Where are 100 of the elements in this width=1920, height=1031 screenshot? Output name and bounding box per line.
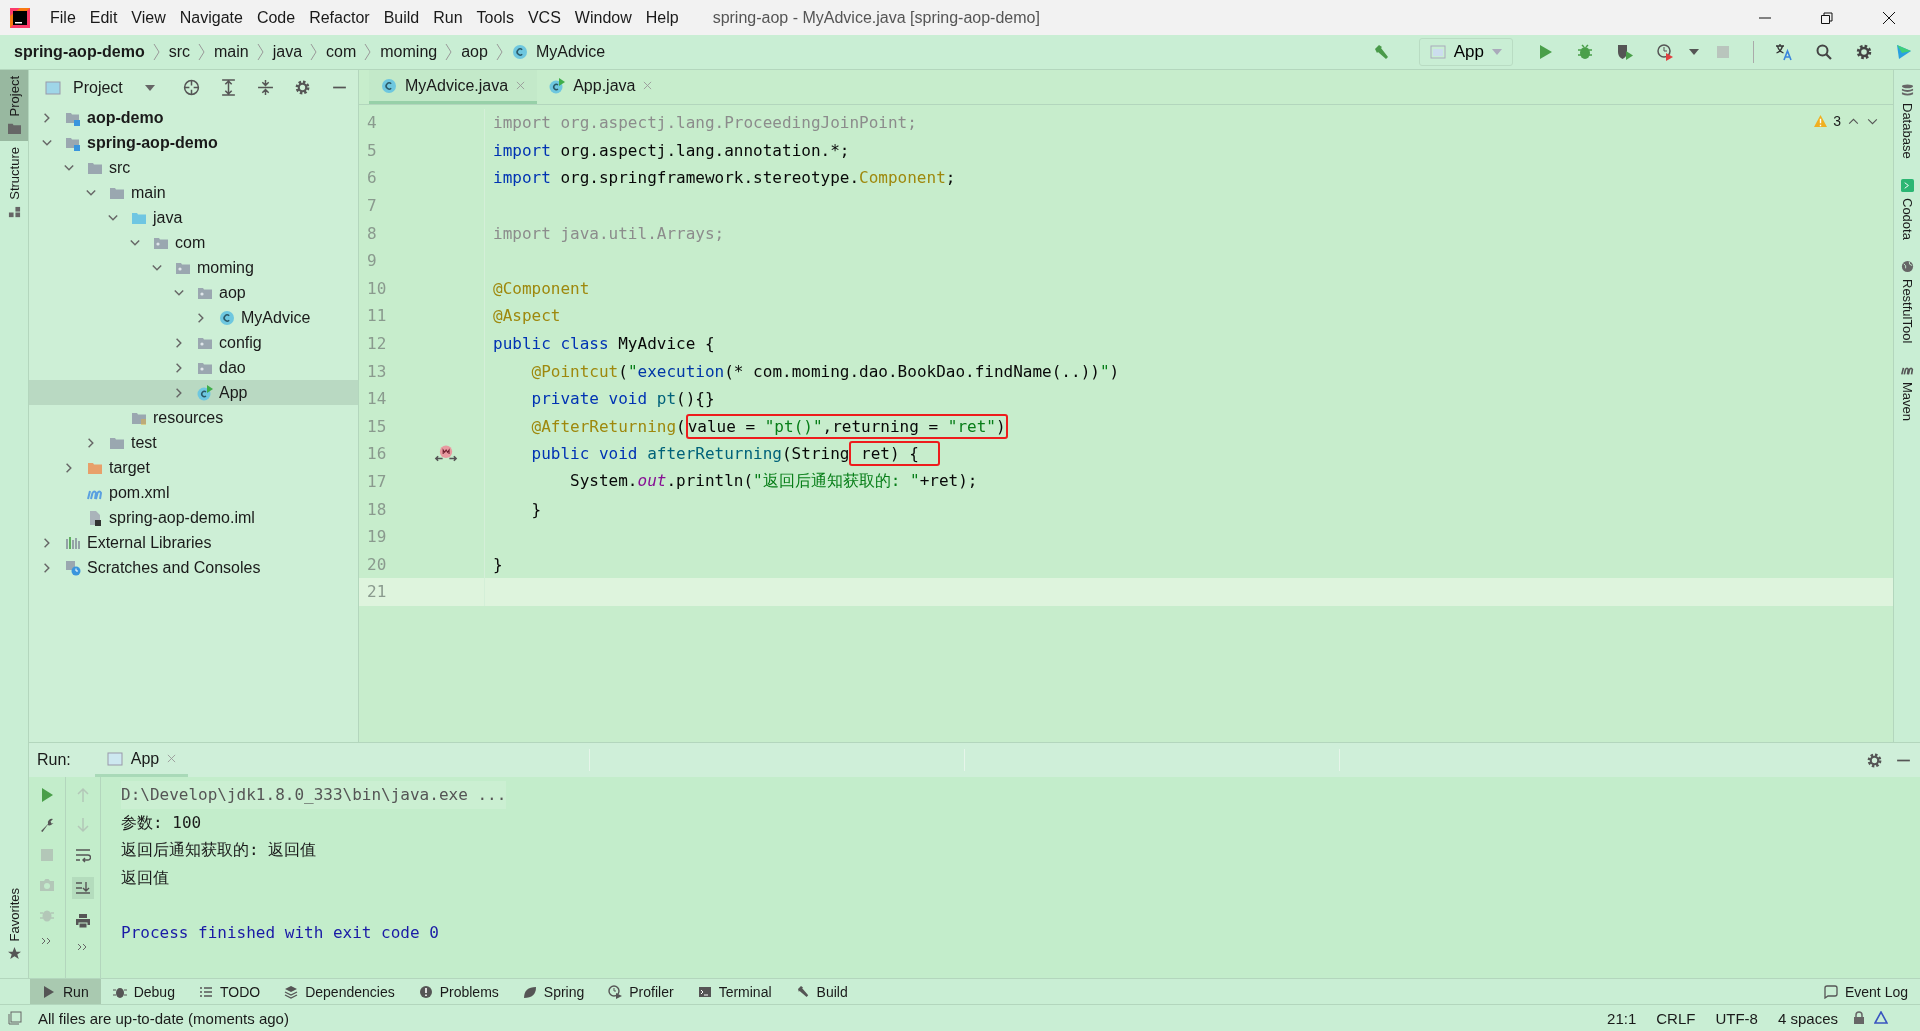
tool-window-button[interactable]: Event Log bbox=[1811, 979, 1920, 1004]
breadcrumb[interactable]: java bbox=[272, 43, 303, 61]
menu-item[interactable]: Help bbox=[639, 8, 687, 27]
tool-window-button[interactable]: Problems bbox=[406, 979, 511, 1004]
settings-icon[interactable] bbox=[294, 79, 311, 96]
tool-window-button[interactable]: Spring bbox=[510, 979, 597, 1004]
tool-window-button[interactable]: Run bbox=[30, 979, 101, 1004]
side-tab[interactable]: Project bbox=[0, 70, 28, 142]
caret-position[interactable]: 21:1 bbox=[1601, 1009, 1643, 1027]
square-icon[interactable] bbox=[8, 1011, 22, 1025]
tree-item[interactable]: java bbox=[29, 205, 358, 230]
side-tab[interactable]: Codota bbox=[1899, 178, 1915, 240]
advice-marker-icon[interactable] bbox=[433, 444, 458, 463]
line-separator[interactable]: CRLF bbox=[1650, 1009, 1702, 1027]
side-tab[interactable]: Maven bbox=[1899, 362, 1915, 421]
bug-icon[interactable] bbox=[1576, 43, 1594, 61]
crosshair-icon[interactable] bbox=[183, 79, 200, 96]
restore-icon[interactable] bbox=[1820, 10, 1834, 25]
lock-icon[interactable] bbox=[1852, 1011, 1866, 1025]
tool-window-button[interactable]: Build bbox=[783, 979, 860, 1004]
run-config-dropdown[interactable]: App bbox=[1418, 38, 1513, 66]
tree-item[interactable]: aop bbox=[29, 280, 358, 305]
tool-window-button[interactable]: Debug bbox=[100, 979, 187, 1004]
breadcrumb[interactable]: com bbox=[326, 43, 357, 61]
tree-item[interactable]: moming bbox=[29, 255, 358, 280]
chevron-right-icon bbox=[256, 42, 265, 62]
tree-item[interactable]: target bbox=[29, 455, 358, 480]
tree-item[interactable]: src bbox=[29, 155, 358, 180]
app-logo-icon bbox=[10, 7, 30, 28]
menu-item[interactable]: Tools bbox=[470, 8, 522, 27]
tree-item[interactable]: test bbox=[29, 430, 358, 455]
caret-icon[interactable] bbox=[144, 84, 155, 91]
tree-item[interactable]: App bbox=[29, 380, 358, 405]
editor-tab[interactable]: App.java bbox=[537, 70, 665, 104]
menu-item[interactable]: Navigate bbox=[173, 8, 251, 27]
tool-window-button[interactable]: TODO bbox=[186, 979, 273, 1004]
plugin-logo-icon[interactable] bbox=[1895, 43, 1913, 61]
warning-count[interactable]: 3 bbox=[1833, 113, 1841, 129]
menu-item[interactable]: Edit bbox=[83, 8, 126, 27]
breadcrumb[interactable]: MyAdvice bbox=[535, 43, 606, 61]
menu-item[interactable]: Build bbox=[377, 8, 428, 27]
settings-icon[interactable] bbox=[1866, 751, 1883, 769]
breadcrumb[interactable]: main bbox=[214, 43, 249, 61]
tree-item[interactable]: dao bbox=[29, 355, 358, 380]
print-icon[interactable] bbox=[75, 913, 91, 929]
tree-item[interactable]: spring-aop-demo bbox=[29, 130, 358, 155]
tree-item[interactable]: pom.xml bbox=[29, 480, 358, 505]
tree-item[interactable]: aop-demo bbox=[29, 105, 358, 130]
side-tab[interactable]: Favorites bbox=[0, 881, 28, 966]
breadcrumb[interactable]: moming bbox=[380, 43, 438, 61]
side-tab[interactable]: Structure bbox=[0, 141, 28, 226]
tree-item[interactable]: config bbox=[29, 330, 358, 355]
code-line: private void pt(){} bbox=[530, 389, 715, 409]
translate-icon[interactable] bbox=[1775, 43, 1793, 61]
scroll-to-end-icon[interactable] bbox=[72, 877, 94, 899]
run-tab[interactable]: App bbox=[94, 743, 189, 777]
breadcrumb[interactable]: aop bbox=[461, 43, 488, 61]
layers-icon bbox=[284, 984, 299, 999]
file-encoding[interactable]: UTF-8 bbox=[1709, 1009, 1764, 1027]
soft-wrap-icon[interactable] bbox=[75, 847, 91, 863]
menu-item[interactable]: View bbox=[125, 8, 174, 27]
tree-item[interactable]: External Libraries bbox=[29, 530, 358, 555]
menu-item[interactable]: Window bbox=[568, 8, 640, 27]
tool-window-button[interactable]: Terminal bbox=[685, 979, 784, 1004]
close-icon[interactable] bbox=[1882, 10, 1896, 25]
tool-window-button[interactable]: Profiler bbox=[596, 979, 686, 1004]
menu-item[interactable]: Run bbox=[427, 8, 471, 27]
search-icon[interactable] bbox=[1815, 43, 1833, 61]
menu-item[interactable]: File bbox=[44, 8, 84, 27]
settings-icon[interactable] bbox=[1855, 43, 1873, 61]
caret-icon bbox=[1492, 49, 1502, 55]
editor-tab[interactable]: MyAdvice.java bbox=[369, 70, 538, 104]
menu-item[interactable]: VCS bbox=[521, 8, 569, 27]
more-icon[interactable] bbox=[77, 943, 89, 951]
breadcrumb[interactable]: src bbox=[168, 43, 190, 61]
tree-item[interactable]: MyAdvice bbox=[29, 305, 358, 330]
menu-item[interactable]: Code bbox=[250, 8, 304, 27]
tool-window-button[interactable]: Dependencies bbox=[272, 979, 407, 1004]
coverage-icon[interactable] bbox=[1616, 43, 1634, 61]
menu-item[interactable]: Refactor bbox=[303, 8, 378, 27]
tree-item[interactable]: Scratches and Consoles bbox=[29, 555, 358, 580]
inspector-icon[interactable] bbox=[1874, 1011, 1888, 1025]
tree-item[interactable]: spring-aop-demo.iml bbox=[29, 505, 358, 530]
tree-item[interactable]: main bbox=[29, 180, 358, 205]
side-tab[interactable]: Database bbox=[1899, 84, 1915, 159]
breadcrumb[interactable]: spring-aop-demo bbox=[14, 43, 145, 61]
tree-item[interactable]: resources bbox=[29, 405, 358, 430]
tree-item[interactable]: com bbox=[29, 230, 358, 255]
caret-icon[interactable] bbox=[1689, 49, 1699, 55]
indent-setting[interactable]: 4 spaces bbox=[1771, 1009, 1844, 1027]
code-line: import org.springframework.stereotype.Component; bbox=[492, 168, 956, 188]
side-tab[interactable]: RestfulTool bbox=[1899, 259, 1915, 343]
expand-all-icon[interactable] bbox=[220, 79, 237, 96]
profiler-icon[interactable] bbox=[1656, 43, 1674, 61]
more-icon[interactable] bbox=[41, 937, 53, 945]
wrench-icon[interactable] bbox=[39, 817, 55, 833]
panel-title[interactable]: Project bbox=[73, 78, 123, 97]
run-icon[interactable] bbox=[39, 787, 55, 803]
collapse-all-icon[interactable] bbox=[257, 79, 274, 96]
class-icon bbox=[219, 309, 235, 326]
